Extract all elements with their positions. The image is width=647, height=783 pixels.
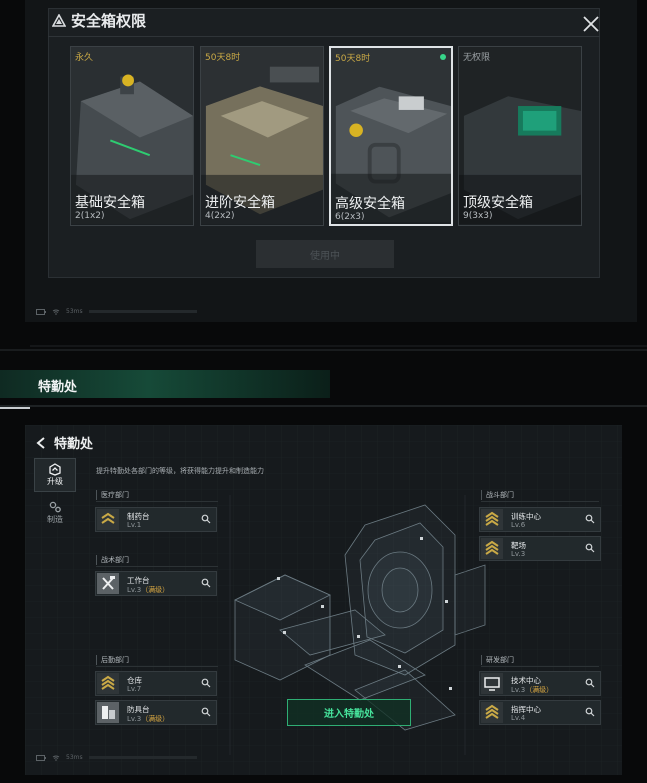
search-icon[interactable] [201, 514, 211, 524]
enter-hq-button[interactable]: 进入特勤处 [287, 699, 411, 726]
ping-text: 53ms [66, 754, 83, 761]
card-tag: 无权限 [463, 53, 491, 63]
rank-chevron-icon [97, 673, 119, 694]
card-name: 进阶安全箱 [205, 195, 275, 211]
card-capacity: 6(2x3) [335, 212, 365, 222]
hq-header: 特勤处 [34, 433, 93, 452]
card-capacity: 9(3x3) [463, 211, 493, 221]
dept-combat-label: 战斗部门 [481, 490, 514, 500]
card-name: 顶级安全箱 [463, 195, 533, 211]
hq-title: 特勤处 [54, 437, 94, 452]
tab-upgrade-label: 升级 [47, 477, 63, 486]
search-icon[interactable] [201, 678, 211, 688]
close-icon[interactable] [580, 13, 602, 35]
safebox-card-premium[interactable]: 50天8时 高级安全箱 6(2x3) [329, 46, 453, 226]
search-icon[interactable] [585, 707, 595, 717]
rank-chevron-icon [481, 702, 503, 723]
card-tag: 50天8时 [205, 53, 241, 63]
gear-icon [49, 501, 61, 512]
search-icon[interactable] [585, 514, 595, 524]
facility-level: Lv.3（满级） [511, 686, 554, 694]
wifi-icon [52, 755, 60, 761]
card-capacity: 2(1x2) [75, 211, 105, 221]
facility-workbench[interactable]: 工作台 Lv.3（满级） [95, 571, 217, 596]
facility-tech-center[interactable]: 技术中心 Lv.3（满级） [479, 671, 601, 696]
tab-craft-label: 制造 [47, 514, 63, 524]
dept-divider [481, 666, 599, 667]
facility-level: Lv.3（满级） [127, 715, 170, 723]
dept-tactical-label: 战术部门 [96, 555, 129, 565]
status-bar-bottom: 53ms [36, 754, 197, 761]
armor-icon [97, 702, 119, 723]
facility-level: Lv.7 [127, 685, 142, 693]
hammer-wrench-icon [97, 573, 119, 594]
facility-shooting-range[interactable]: 靶场 Lv.3 [479, 536, 601, 561]
back-arrow-icon[interactable] [34, 436, 48, 450]
dept-divider [96, 566, 218, 567]
computer-icon [481, 673, 503, 694]
card-name: 基础安全箱 [75, 195, 145, 211]
dept-divider [481, 501, 599, 502]
wifi-icon [52, 309, 60, 315]
ping-text: 53ms [66, 308, 83, 315]
safebox-title: 安全箱权限 [52, 10, 146, 31]
card-tag: 50天8时 [335, 54, 371, 64]
rank-chevron-icon [481, 509, 503, 530]
facility-level: Lv.6 [511, 521, 526, 529]
battery-icon [36, 754, 46, 761]
facility-level: Lv.3 [511, 550, 526, 558]
status-bar-top: 53ms [36, 308, 197, 315]
search-icon[interactable] [585, 543, 595, 553]
banner-title: 特勤处 [38, 380, 78, 395]
status-progress-bar [88, 756, 197, 759]
in-use-button[interactable]: 使用中 [256, 240, 394, 268]
card-name: 高级安全箱 [335, 196, 405, 212]
search-icon[interactable] [201, 707, 211, 717]
safebox-card-basic[interactable]: 永久 基础安全箱 2(1x2) [70, 46, 194, 226]
facility-pharmacy[interactable]: 制药台 Lv.1 [95, 507, 217, 532]
dept-medical-label: 医疗部门 [96, 490, 129, 500]
status-progress-bar [88, 310, 197, 313]
safebox-card-top[interactable]: 无权限 顶级安全箱 9(3x3) [458, 46, 582, 226]
facility-storage[interactable]: 仓库 Lv.7 [95, 671, 217, 696]
rank-chevron-icon [481, 538, 503, 559]
safebox-card-advanced[interactable]: 50天8时 进阶安全箱 4(2x2) [200, 46, 324, 226]
safebox-divider [48, 36, 600, 37]
battery-icon [36, 308, 46, 315]
dept-research-label: 研发部门 [481, 655, 514, 665]
facility-armor-bench[interactable]: 防具台 Lv.3（满级） [95, 700, 217, 725]
search-icon[interactable] [201, 578, 211, 588]
dept-logistics-label: 后勤部门 [96, 655, 129, 665]
facility-command-center[interactable]: 指挥中心 Lv.4 [479, 700, 601, 725]
facility-level: Lv.1 [127, 521, 142, 529]
active-indicator-dot [440, 54, 446, 60]
dept-divider [96, 666, 218, 667]
hq-description: 提升特勤处各部门的等级，将获得能力提升和制造能力 [96, 467, 264, 475]
rank-chevron-icon [97, 509, 119, 530]
facility-training-center[interactable]: 训练中心 Lv.6 [479, 507, 601, 532]
card-capacity: 4(2x2) [205, 211, 235, 221]
upgrade-icon [49, 463, 61, 476]
dept-divider [96, 501, 218, 502]
card-tag: 永久 [75, 53, 94, 63]
tab-upgrade[interactable]: 升级 [34, 458, 76, 492]
tab-craft[interactable]: 制造 [34, 496, 76, 528]
facility-level: Lv.3（满级） [127, 586, 170, 594]
warning-triangle-icon [52, 14, 66, 27]
facility-level: Lv.4 [511, 714, 526, 722]
safebox-title-text: 安全箱权限 [71, 12, 147, 30]
search-icon[interactable] [585, 678, 595, 688]
